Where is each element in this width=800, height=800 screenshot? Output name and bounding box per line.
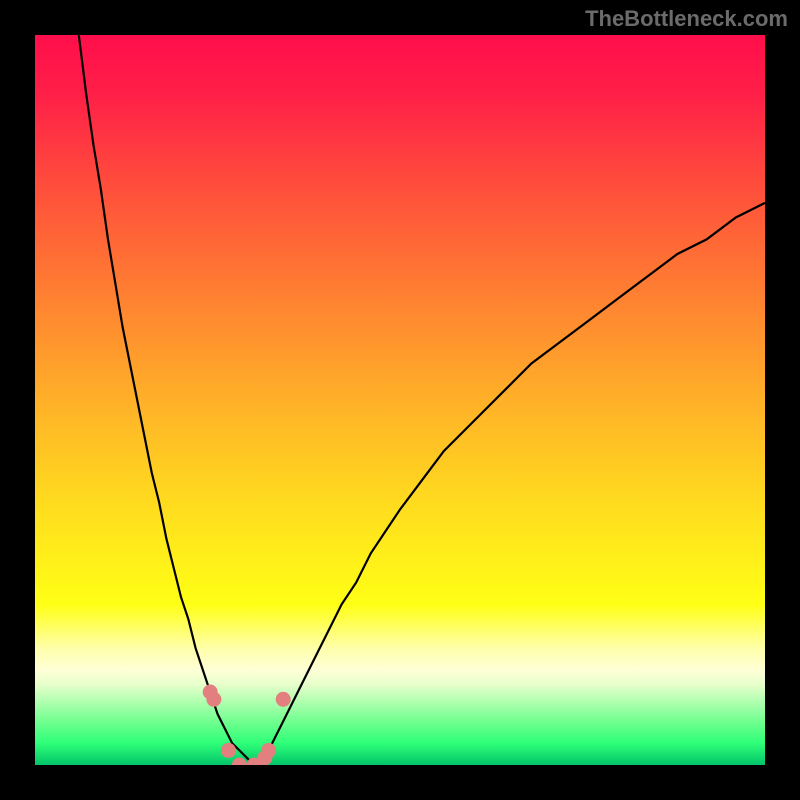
highlighted-points bbox=[203, 685, 291, 766]
attribution-text: TheBottleneck.com bbox=[585, 6, 788, 32]
chart-frame: TheBottleneck.com bbox=[0, 0, 800, 800]
marker-dot bbox=[232, 758, 247, 766]
marker-dot bbox=[276, 692, 291, 707]
marker-dot bbox=[261, 743, 276, 758]
marker-layer bbox=[35, 35, 765, 765]
marker-dot bbox=[206, 692, 221, 707]
chart-plot-area bbox=[35, 35, 765, 765]
marker-dot bbox=[221, 743, 236, 758]
